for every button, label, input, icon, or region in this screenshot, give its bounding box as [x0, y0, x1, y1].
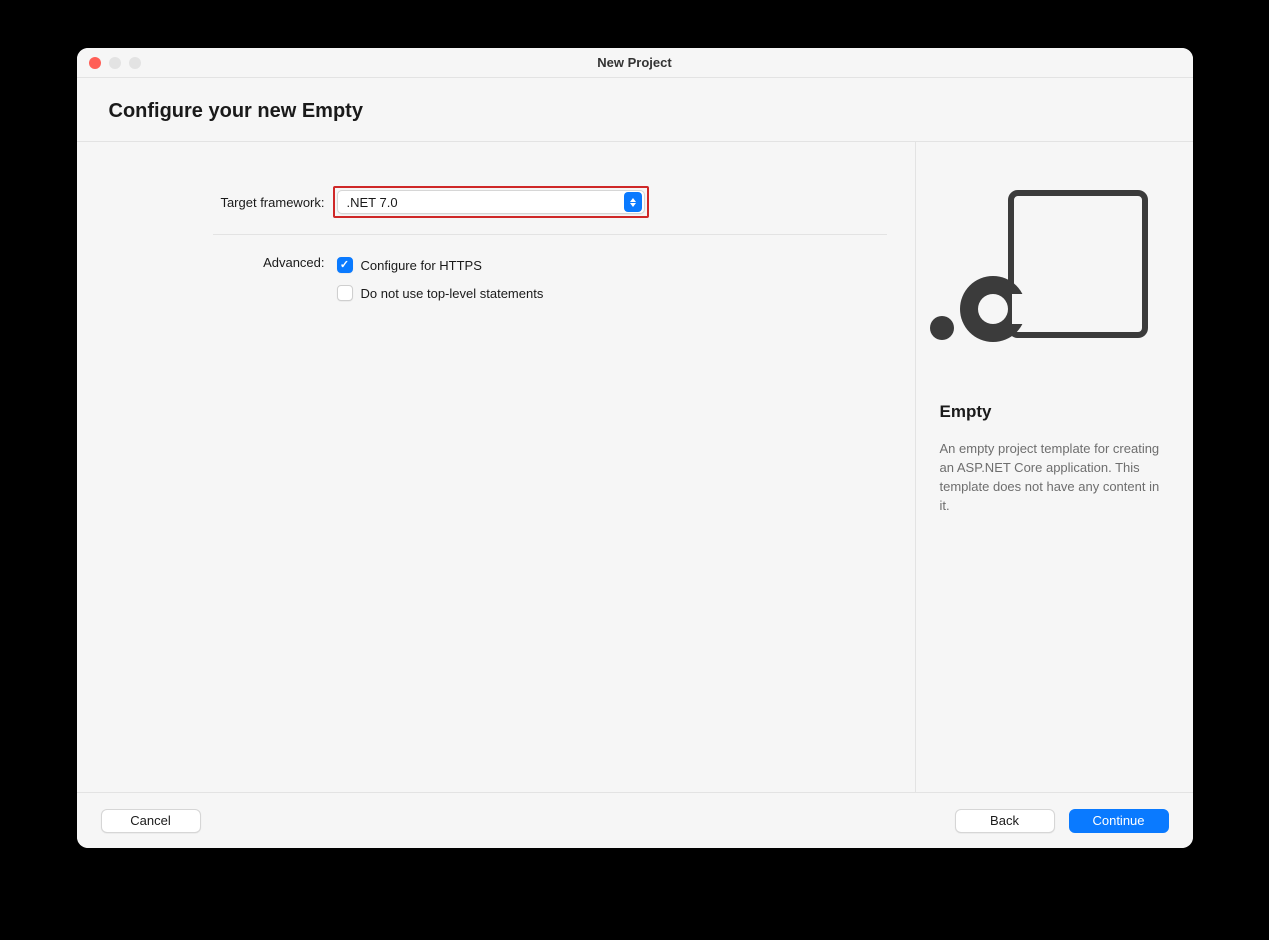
https-label: Configure for HTTPS	[361, 258, 482, 273]
continue-label: Continue	[1092, 813, 1144, 828]
https-checkbox[interactable]: ✓	[337, 257, 353, 273]
top-level-label: Do not use top-level statements	[361, 286, 544, 301]
footer-right: Back Continue	[955, 809, 1169, 833]
advanced-group: Advanced: ✓ Configure for HTTPS Do not u…	[105, 255, 887, 301]
traffic-lights	[89, 57, 141, 69]
template-description: An empty project template for creating a…	[940, 440, 1169, 515]
template-circle-icon	[960, 276, 1026, 342]
back-button[interactable]: Back	[955, 809, 1055, 833]
header-section: Configure your new Empty	[77, 78, 1193, 142]
info-panel: Empty An empty project template for crea…	[916, 142, 1193, 792]
target-framework-select[interactable]: .NET 7.0	[337, 190, 645, 214]
target-framework-label: Target framework:	[105, 195, 337, 210]
advanced-options: ✓ Configure for HTTPS Do not use top-lev…	[337, 255, 544, 301]
new-project-window: New Project Configure your new Empty Tar…	[77, 48, 1193, 848]
cancel-label: Cancel	[130, 813, 170, 828]
continue-button[interactable]: Continue	[1069, 809, 1169, 833]
chevron-updown-icon	[624, 192, 642, 212]
https-checkbox-row[interactable]: ✓ Configure for HTTPS	[337, 257, 544, 273]
close-icon[interactable]	[89, 57, 101, 69]
divider	[213, 234, 887, 235]
advanced-label: Advanced:	[105, 255, 337, 270]
top-level-checkbox-row[interactable]: Do not use top-level statements	[337, 285, 544, 301]
template-rect-icon	[1008, 190, 1148, 338]
target-framework-value: .NET 7.0	[347, 195, 398, 210]
titlebar: New Project	[77, 48, 1193, 78]
checkmark-icon: ✓	[340, 260, 349, 271]
window-title: New Project	[77, 55, 1193, 70]
template-icon	[960, 190, 1148, 342]
target-framework-select-wrap: .NET 7.0	[337, 190, 645, 214]
target-framework-row: Target framework: .NET 7.0	[105, 190, 887, 214]
back-label: Back	[990, 813, 1019, 828]
form-area: Target framework: .NET 7.0 Advanced:	[77, 142, 916, 792]
footer: Cancel Back Continue	[77, 792, 1193, 848]
maximize-icon[interactable]	[129, 57, 141, 69]
minimize-icon[interactable]	[109, 57, 121, 69]
template-name: Empty	[940, 402, 1169, 422]
top-level-checkbox[interactable]	[337, 285, 353, 301]
content-area: Target framework: .NET 7.0 Advanced:	[77, 142, 1193, 792]
cancel-button[interactable]: Cancel	[101, 809, 201, 833]
page-title: Configure your new Empty	[109, 100, 1161, 123]
